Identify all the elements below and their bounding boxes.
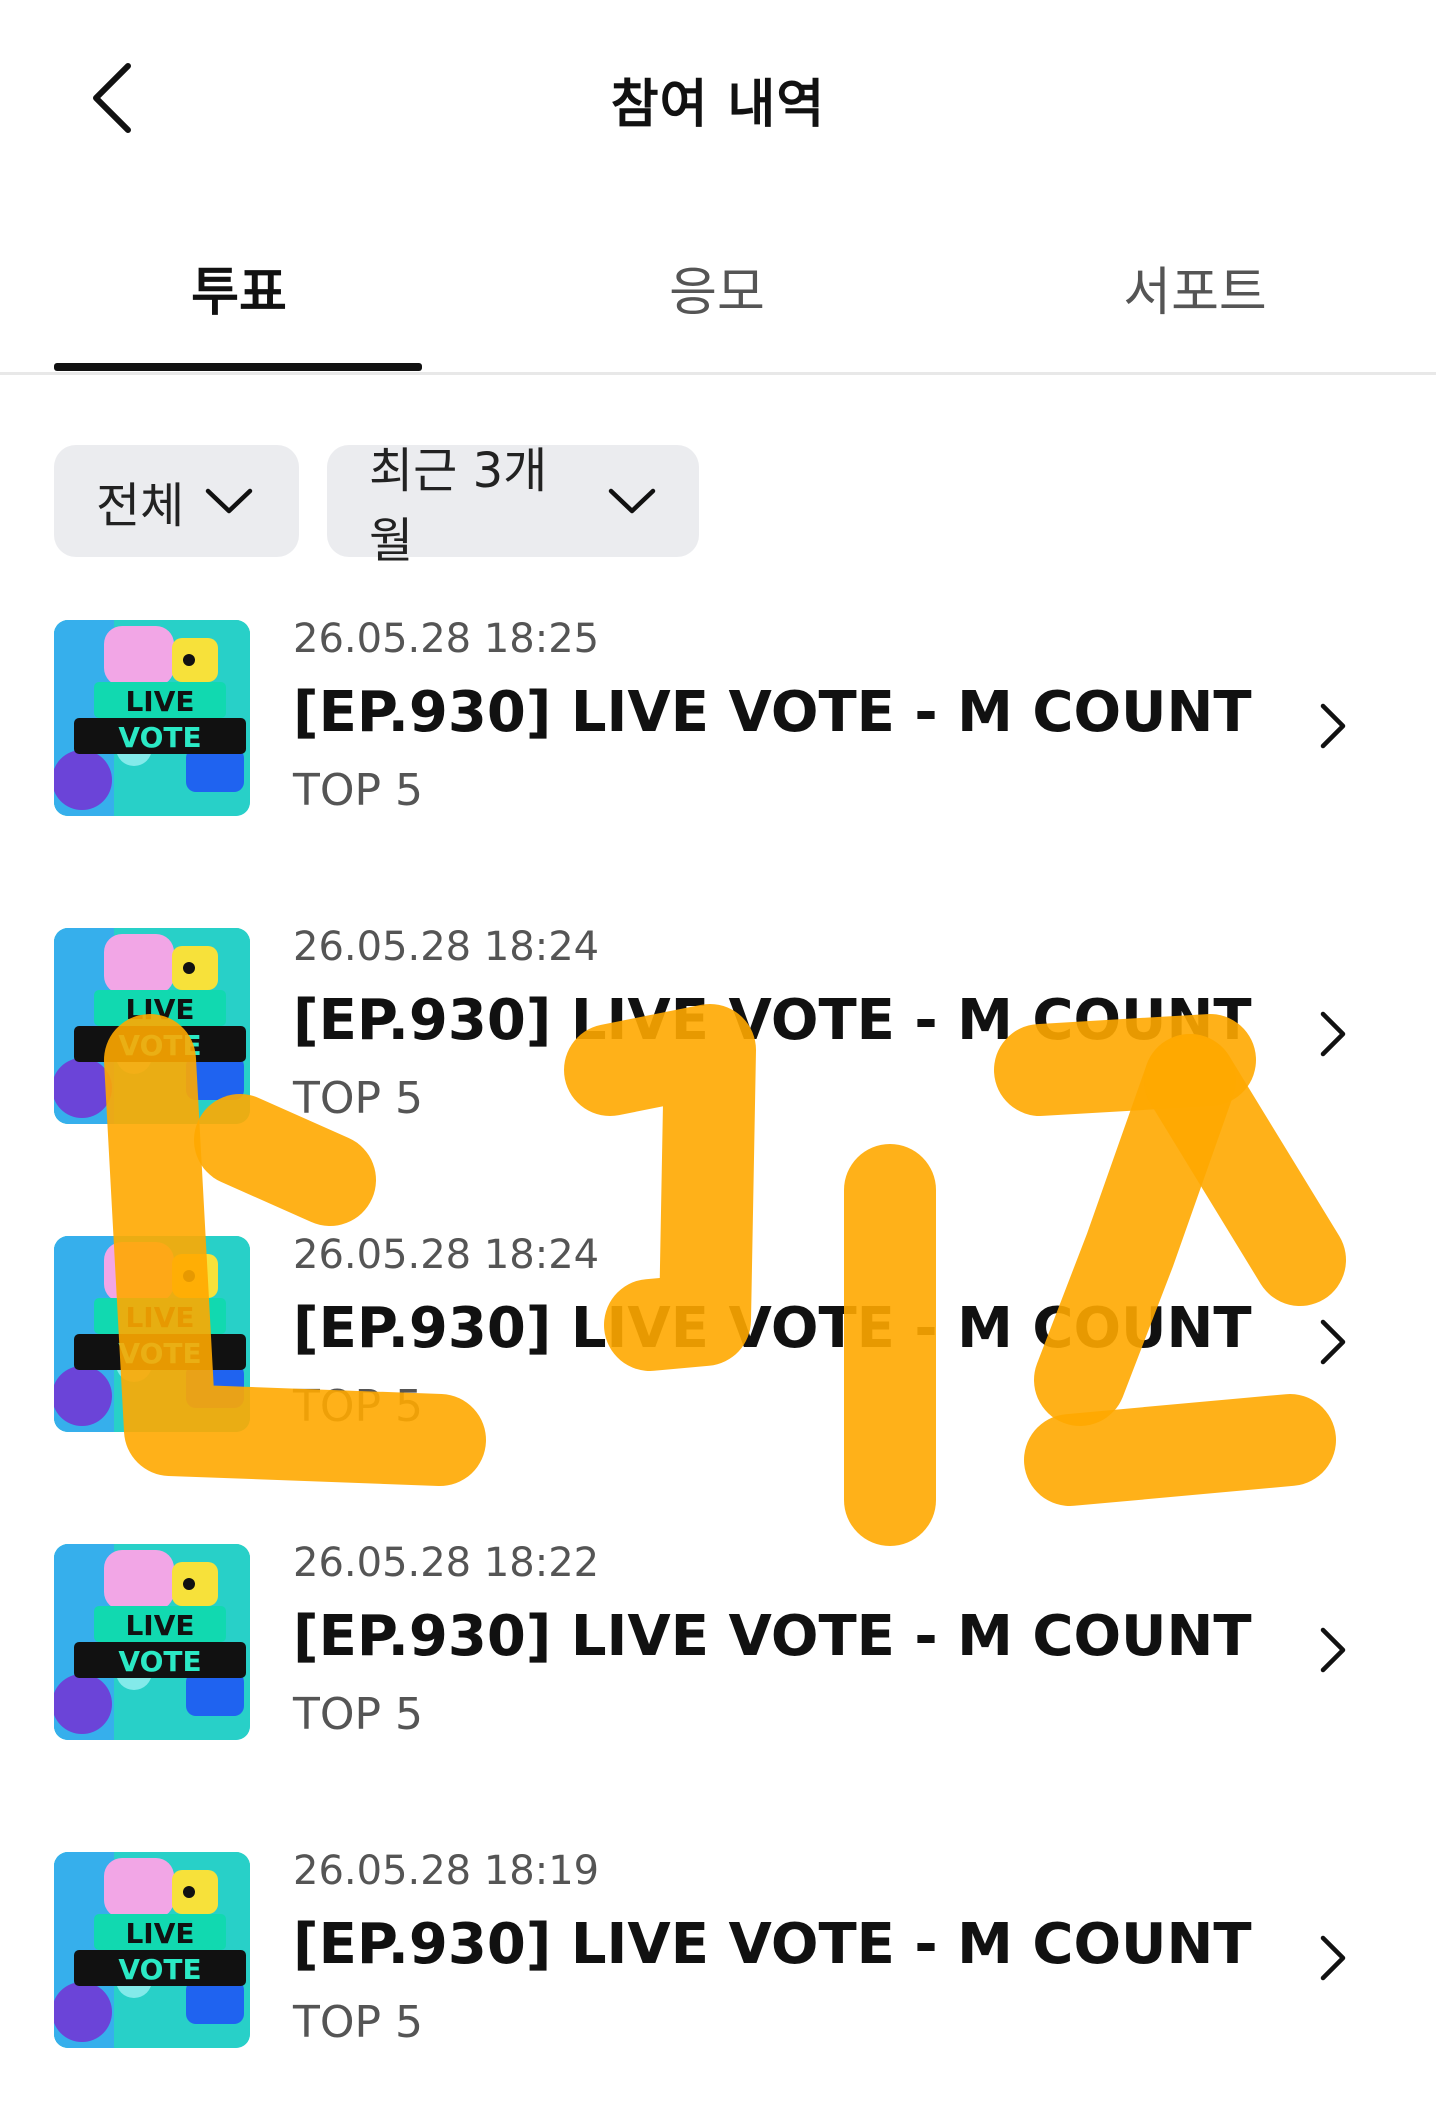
thumbnail-live-text: LIVE [125, 993, 194, 1026]
chevron-down-icon [605, 483, 659, 519]
item-date: 26.05.28 18:25 [293, 616, 600, 662]
item-title: [EP.930] LIVE VOTE - M COUNTDO... [293, 1604, 1253, 1669]
item-date: 26.05.28 18:22 [293, 1540, 600, 1586]
chevron-right-icon [1313, 1004, 1353, 1064]
page-title: 참여 내역 [610, 75, 826, 135]
item-title: [EP.930] LIVE VOTE - M COUNTDO... [293, 680, 1253, 745]
tab-entry[interactable]: 응모 [478, 250, 956, 325]
item-subtitle: TOP 5 [293, 1381, 424, 1432]
item-subtitle: TOP 5 [293, 1997, 424, 2048]
item-date: 26.05.28 18:24 [293, 1232, 600, 1278]
item-subtitle: TOP 5 [293, 1073, 424, 1124]
chevron-down-icon [202, 483, 256, 519]
thumbnail-live-text: LIVE [125, 1301, 194, 1334]
item-subtitle: TOP 5 [293, 1689, 424, 1740]
thumbnail-vote-text: VOTE [118, 1645, 201, 1678]
period-filter-dropdown[interactable]: 최근 3개월 [327, 443, 699, 569]
thumbnail-vote-text: VOTE [118, 721, 201, 754]
category-filter-label: 전체 [96, 478, 185, 534]
item-subtitle: TOP 5 [293, 765, 424, 816]
chevron-right-icon [1313, 1928, 1353, 1988]
item-date: 26.05.28 18:19 [293, 1848, 600, 1894]
period-filter-label: 최근 3개월 [369, 443, 548, 569]
category-filter-dropdown[interactable]: 전체 [54, 445, 299, 557]
live-vote-thumbnail: LIVE VOTE [54, 1236, 250, 1432]
tab-vote[interactable]: 투표 [0, 250, 478, 325]
live-vote-thumbnail: LIVE VOTE [54, 1544, 250, 1740]
tab-bar: 투표 응모 서포트 [0, 230, 1436, 375]
list-item[interactable]: LIVE VOTE 26.05.28 18:25 [EP.930] LIVE V… [0, 616, 1436, 820]
thumbnail-vote-text: VOTE [118, 1029, 201, 1062]
active-tab-indicator [54, 363, 422, 371]
item-title: [EP.930] LIVE VOTE - M COUNTDO... [293, 1296, 1253, 1361]
list-item[interactable]: LIVE VOTE 26.05.28 18:22 [EP.930] LIVE V… [0, 1540, 1436, 1744]
tab-support[interactable]: 서포트 [956, 250, 1434, 325]
live-vote-thumbnail: LIVE VOTE [54, 620, 250, 816]
live-vote-thumbnail: LIVE VOTE [54, 928, 250, 1124]
chevron-right-icon [1313, 1620, 1353, 1680]
live-vote-thumbnail: LIVE VOTE [54, 1852, 250, 2048]
thumbnail-live-text: LIVE [125, 1609, 194, 1642]
thumbnail-live-text: LIVE [125, 1917, 194, 1950]
item-title: [EP.930] LIVE VOTE - M COUNTDO... [293, 988, 1253, 1053]
thumbnail-live-text: LIVE [125, 685, 194, 718]
list-item[interactable]: LIVE VOTE 26.05.28 18:19 [EP.930] LIVE V… [0, 1848, 1436, 2052]
list-item[interactable]: LIVE VOTE 26.05.28 18:24 [EP.930] LIVE V… [0, 1232, 1436, 1436]
participation-history-page: 참여 내역 투표 응모 서포트 전체 최근 3개월 LIVE VOTE 26.0… [0, 0, 1436, 2109]
header: 참여 내역 [0, 0, 1436, 190]
list-item[interactable]: LIVE VOTE 26.05.28 18:24 [EP.930] LIVE V… [0, 924, 1436, 1128]
item-title: [EP.930] LIVE VOTE - M COUNTDO... [293, 1912, 1253, 1977]
chevron-right-icon [1313, 1312, 1353, 1372]
chevron-right-icon [1313, 696, 1353, 756]
thumbnail-vote-text: VOTE [118, 1953, 201, 1986]
item-date: 26.05.28 18:24 [293, 924, 600, 970]
thumbnail-vote-text: VOTE [118, 1337, 201, 1370]
